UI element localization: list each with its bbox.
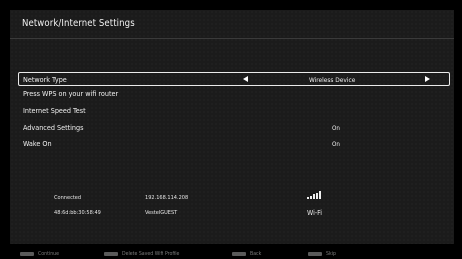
ip-address: 192.168.114.208 xyxy=(145,195,189,201)
menu-item-speed-test[interactable]: Internet Speed Test xyxy=(23,105,86,117)
left-arrow-icon[interactable] xyxy=(243,76,248,82)
menu-item-label: Advanced Settings xyxy=(23,123,84,132)
menu-item-advanced-settings[interactable]: Advanced Settings xyxy=(23,122,84,134)
network-type-value: Wireless Device xyxy=(309,76,356,84)
mac-address: 48:6d:bb:30:58:49 xyxy=(54,210,101,216)
connection-status: Connected xyxy=(54,195,82,201)
wake-on-value: On xyxy=(332,141,340,148)
continue-hint[interactable]: Continue xyxy=(20,251,59,257)
skip-key-icon xyxy=(308,252,322,256)
menu-item-label: Press WPS on your wifi router xyxy=(23,89,119,98)
settings-panel: Network/Internet Settings Network Type W… xyxy=(10,10,454,244)
skip-hint[interactable]: Skip xyxy=(308,251,336,257)
continue-label: Continue xyxy=(38,251,59,257)
title-divider xyxy=(10,38,454,39)
menu-item-wps[interactable]: Press WPS on your wifi router xyxy=(23,88,118,100)
menu-item-label: Wake On xyxy=(23,139,52,148)
signal-strength-icon xyxy=(307,191,321,199)
skip-label: Skip xyxy=(326,251,336,257)
network-type-label: Network Type xyxy=(23,75,67,84)
network-type-row[interactable]: Network Type Wireless Device xyxy=(18,72,450,86)
right-arrow-icon[interactable] xyxy=(425,76,430,82)
connection-type-label: Wi-Fi xyxy=(307,209,322,217)
ok-key-icon xyxy=(20,252,34,256)
color-key-icon xyxy=(104,252,118,256)
back-hint[interactable]: Back xyxy=(232,251,261,257)
page-title: Network/Internet Settings xyxy=(22,18,135,29)
menu-item-wake-on[interactable]: Wake On xyxy=(23,138,52,150)
menu-item-label: Internet Speed Test xyxy=(23,106,86,115)
advanced-settings-value: On xyxy=(332,125,340,132)
delete-profile-hint[interactable]: Delete Saved Wifi Profile xyxy=(104,251,179,257)
footer-help-bar: Continue Delete Saved Wifi Profile Back … xyxy=(0,250,462,259)
delete-profile-label: Delete Saved Wifi Profile xyxy=(122,251,180,257)
ssid: VestelGUEST xyxy=(145,210,178,216)
back-label: Back xyxy=(250,251,262,257)
back-key-icon xyxy=(232,252,246,256)
